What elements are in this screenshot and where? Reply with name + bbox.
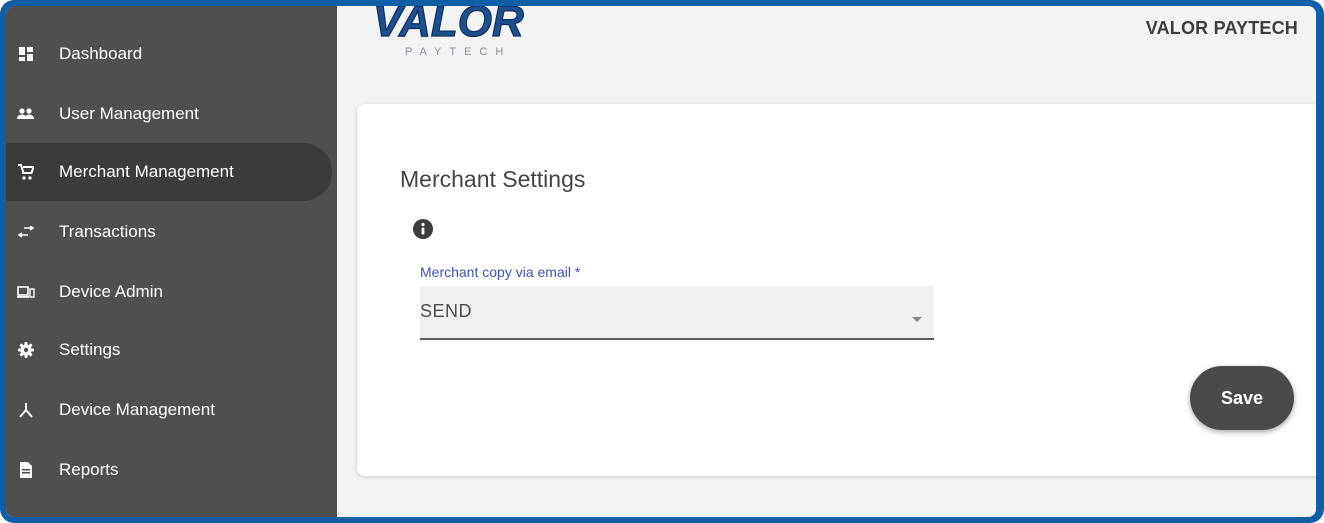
network-icon — [17, 401, 35, 419]
sidebar-item-device-management[interactable]: Device Management — [6, 381, 332, 439]
swap-arrows-icon — [17, 223, 35, 241]
sidebar-item-settings[interactable]: Settings — [6, 321, 332, 379]
sidebar-item-transactions[interactable]: Transactions — [6, 203, 332, 261]
window-frame: Dashboard User Management Merchant Manag… — [0, 0, 1324, 523]
dropdown-arrow-icon — [912, 309, 922, 327]
sidebar-item-label: Dashboard — [59, 44, 143, 63]
sidebar-item-label: Transactions — [59, 222, 156, 241]
app-window: Dashboard User Management Merchant Manag… — [6, 6, 1316, 517]
valor-logo: VALOR PAYTECH — [372, 6, 524, 58]
sidebar-item-user-management[interactable]: User Management — [6, 85, 332, 143]
sidebar-item-merchant-management[interactable]: Merchant Management — [6, 143, 332, 201]
sidebar-item-label: Reports — [59, 460, 119, 479]
save-button[interactable]: Save — [1190, 366, 1294, 430]
merchant-copy-email-select[interactable]: SEND — [420, 286, 934, 340]
sidebar-item-reports[interactable]: Reports — [6, 441, 332, 499]
devices-icon — [17, 283, 35, 301]
document-icon — [17, 461, 35, 479]
dashboard-icon — [17, 45, 35, 63]
sidebar-item-device-admin[interactable]: Device Admin — [6, 263, 332, 321]
cart-icon — [17, 163, 35, 181]
merchant-settings-card: Merchant Settings Merchant copy via emai… — [357, 104, 1316, 476]
people-icon — [17, 105, 35, 123]
select-value: SEND — [420, 301, 473, 321]
sidebar-item-label: Merchant Management — [59, 162, 234, 181]
sidebar-item-label: Settings — [59, 340, 121, 359]
info-icon[interactable] — [413, 219, 433, 239]
svg-text:VALOR: VALOR — [373, 6, 524, 46]
sidebar-item-label: User Management — [59, 104, 199, 123]
sidebar-item-dashboard[interactable]: Dashboard — [6, 25, 332, 83]
sidebar: Dashboard User Management Merchant Manag… — [6, 6, 337, 517]
brand-name: VALOR PAYTECH — [1145, 18, 1298, 38]
main-content: VALOR PAYTECH VALOR PAYTECH Merchant Set… — [337, 6, 1316, 517]
svg-text:PAYTECH: PAYTECH — [405, 46, 511, 58]
gear-icon — [17, 341, 35, 359]
sidebar-item-label: Device Management — [59, 400, 215, 419]
sidebar-item-label: Device Admin — [59, 282, 163, 301]
page-title: Merchant Settings — [400, 166, 586, 192]
merchant-copy-email-label: Merchant copy via email * — [420, 264, 581, 280]
